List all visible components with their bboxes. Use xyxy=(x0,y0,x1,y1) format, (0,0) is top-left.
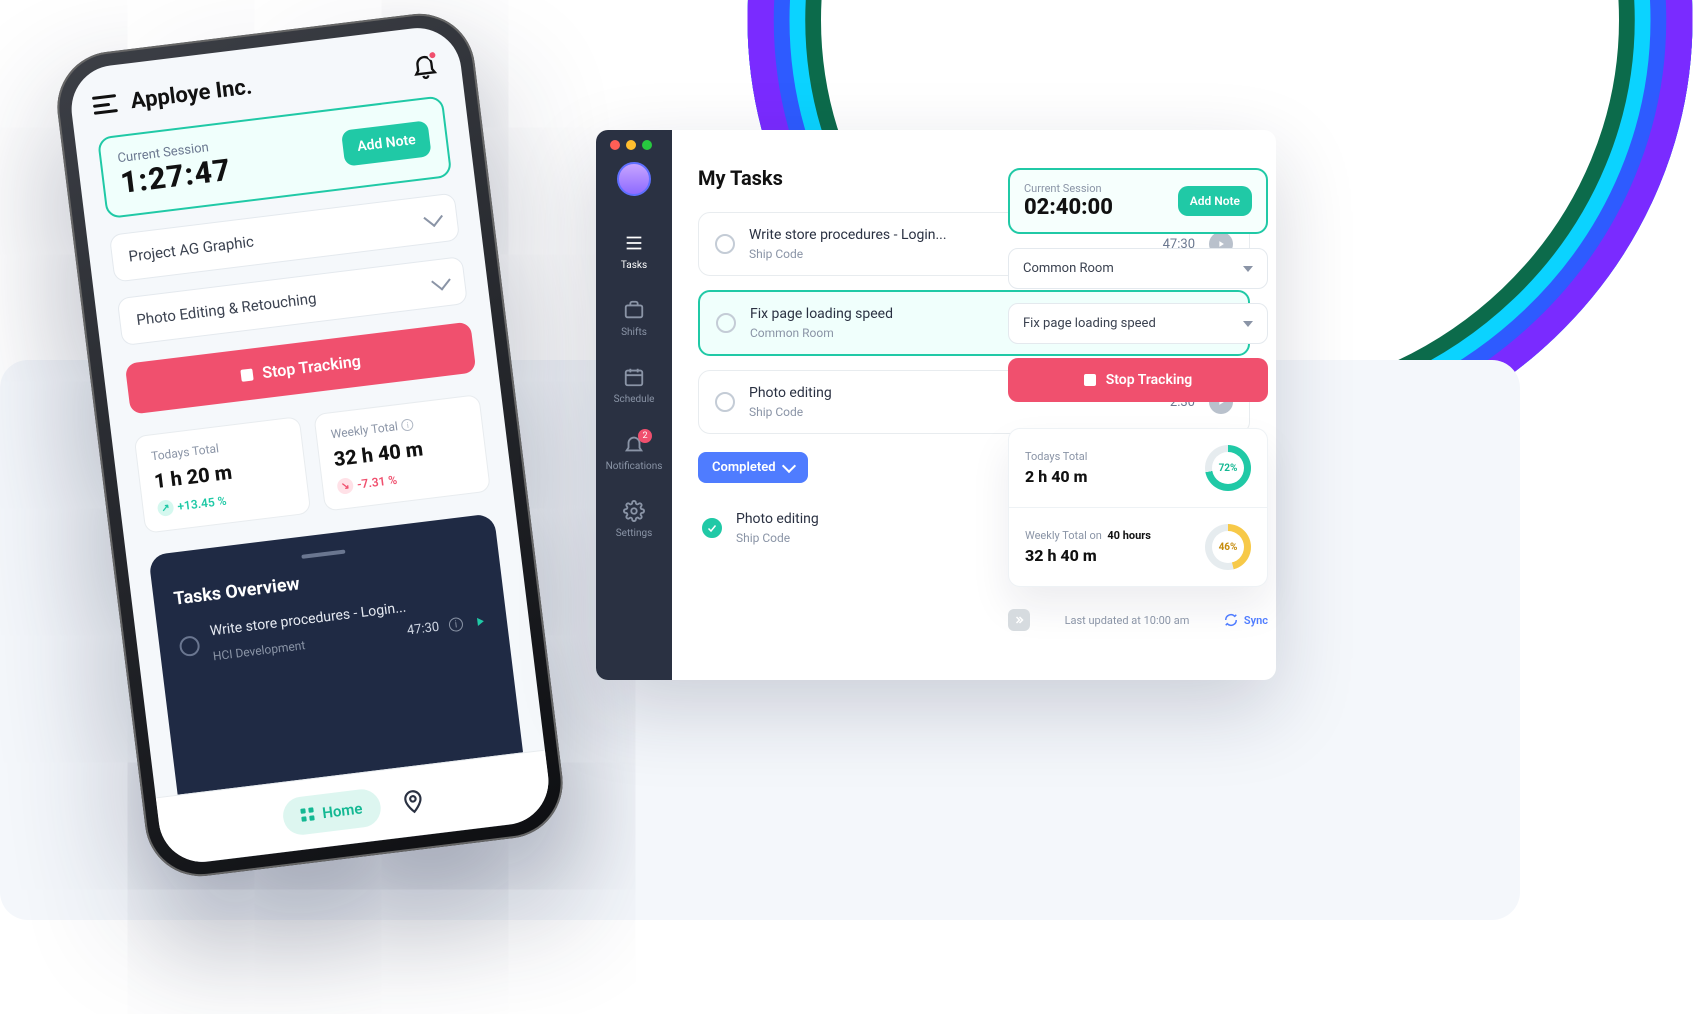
session-label: Current Session xyxy=(1024,182,1113,195)
mobile-stats: Todays Total 1 h 20 m ↗+13.45 % Weekly T… xyxy=(134,394,491,534)
stop-icon xyxy=(240,368,253,381)
session-time: 02:40:00 xyxy=(1024,195,1113,220)
task-project: HCI Development xyxy=(212,638,306,663)
notification-badge: 2 xyxy=(638,429,652,443)
home-nav-button[interactable]: Home xyxy=(281,787,382,837)
task-checkbox[interactable] xyxy=(178,635,200,657)
completed-toggle[interactable]: Completed xyxy=(698,452,808,483)
window-controls[interactable] xyxy=(610,140,652,150)
panel-todays-total: Todays Total 2 h 40 m 72% xyxy=(1009,429,1267,507)
list-icon xyxy=(623,232,645,254)
menu-icon[interactable] xyxy=(92,94,118,115)
stat-delta-down: ↘-7.31 % xyxy=(336,472,398,495)
sidebar-item-notifications[interactable]: 2 Notifications xyxy=(596,423,672,482)
task-checkbox[interactable] xyxy=(715,234,735,254)
location-icon[interactable] xyxy=(398,787,427,816)
task-checkbox[interactable] xyxy=(716,313,736,333)
sidebar: Tasks Shifts Schedule 2 Notifications Se… xyxy=(596,130,672,680)
session-panel: Current Session 02:40:00 Add Note Common… xyxy=(1008,168,1268,631)
avatar[interactable] xyxy=(617,162,651,196)
stat-delta-up: ↗+13.45 % xyxy=(157,493,228,517)
mobile-screen: Apploye Inc. Current Session 1:27:47 Add… xyxy=(67,23,554,867)
bell-icon[interactable] xyxy=(409,50,440,81)
calendar-icon xyxy=(623,366,645,388)
grid-icon xyxy=(301,807,315,821)
briefcase-icon xyxy=(623,299,645,321)
drag-handle[interactable] xyxy=(301,550,345,559)
panel-task-select[interactable]: Fix page loading speed xyxy=(1008,303,1268,344)
task-time: 47:30 xyxy=(406,619,440,638)
project-select-value: Project AG Graphic xyxy=(128,232,255,265)
add-note-button[interactable]: Add Note xyxy=(1178,186,1252,216)
sidebar-item-schedule[interactable]: Schedule xyxy=(596,356,672,415)
task-checkbox[interactable] xyxy=(715,392,735,412)
info-icon: i xyxy=(401,418,414,431)
last-updated-text: Last updated at 10:00 am xyxy=(1065,614,1190,627)
sync-button[interactable]: Sync xyxy=(1224,613,1268,627)
donut-chart-today: 72% xyxy=(1205,445,1251,491)
info-icon[interactable]: i xyxy=(448,617,464,633)
stop-icon xyxy=(1084,374,1096,386)
todays-total-card: Todays Total 1 h 20 m ↗+13.45 % xyxy=(134,416,312,534)
collapse-button[interactable] xyxy=(1008,609,1030,631)
caret-down-icon xyxy=(1243,321,1253,327)
sidebar-item-settings[interactable]: Settings xyxy=(596,490,672,549)
panel-footer: Last updated at 10:00 am Sync xyxy=(1008,609,1268,631)
sidebar-item-shifts[interactable]: Shifts xyxy=(596,289,672,348)
add-note-button[interactable]: Add Note xyxy=(341,120,431,166)
task-select-value: Photo Editing & Retouching xyxy=(135,289,317,329)
page-title: My Tasks xyxy=(698,166,783,190)
chevron-down-icon xyxy=(781,459,795,473)
donut-chart-week: 46% xyxy=(1205,524,1251,570)
sync-icon xyxy=(1224,613,1238,627)
weekly-total-card: Weekly Total i 32 h 40 m ↘-7.31 % xyxy=(313,394,491,512)
sidebar-item-tasks[interactable]: Tasks xyxy=(596,222,672,281)
gear-icon xyxy=(623,500,645,522)
panel-stop-tracking-button[interactable]: Stop Tracking xyxy=(1008,358,1268,402)
panel-session-card: Current Session 02:40:00 Add Note xyxy=(1008,168,1268,234)
panel-project-select[interactable]: Common Room xyxy=(1008,248,1268,289)
task-checkbox-done[interactable] xyxy=(702,518,722,538)
panel-weekly-total: Weekly Total on 40 hours 32 h 40 m 46% xyxy=(1009,507,1267,586)
caret-down-icon xyxy=(1243,266,1253,272)
panel-stats-card: Todays Total 2 h 40 m 72% Weekly Total o… xyxy=(1008,428,1268,587)
chevron-down-icon xyxy=(423,207,443,227)
play-icon[interactable] xyxy=(472,614,488,630)
chevron-down-icon xyxy=(431,271,451,291)
